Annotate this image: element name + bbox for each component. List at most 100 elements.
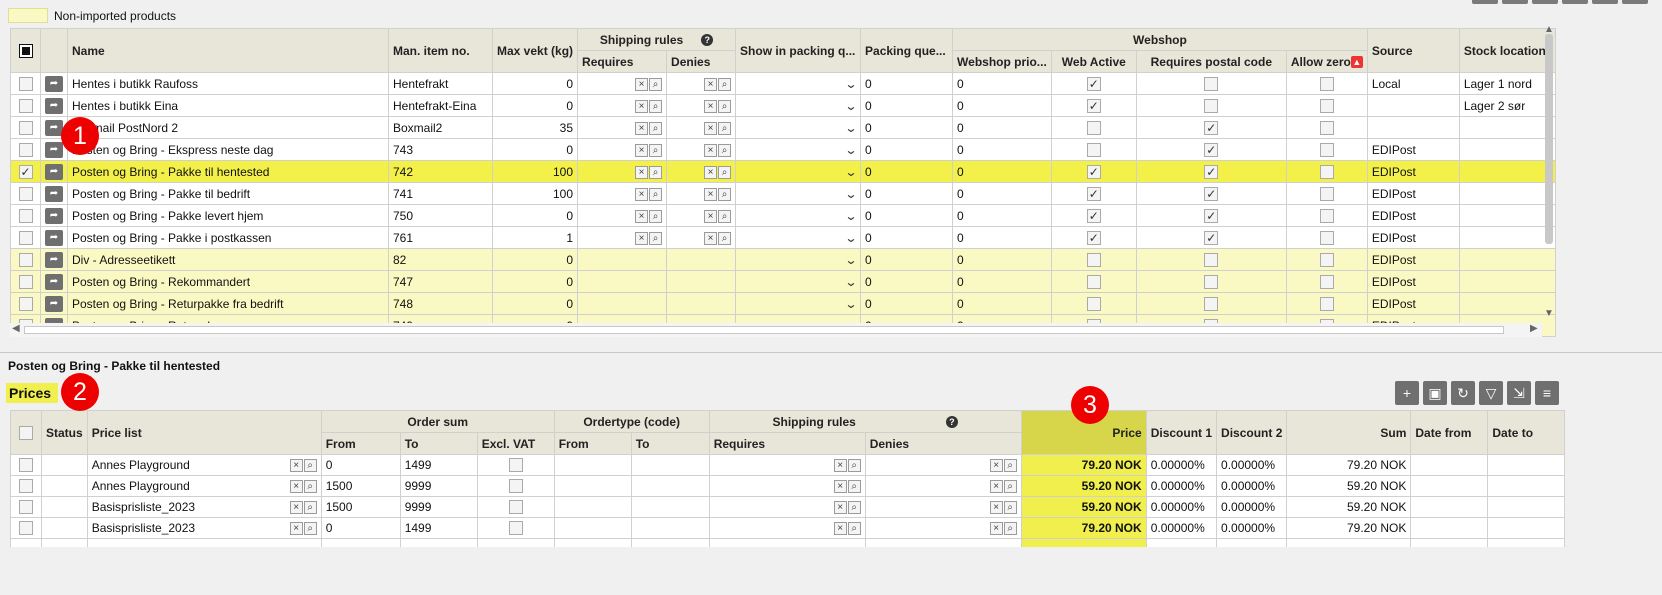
source-cell[interactable]: EDIPost [1366, 204, 1460, 227]
search-icon[interactable]: ⌕ [303, 459, 317, 473]
from-cell[interactable]: 1500 [320, 475, 401, 497]
arrow-icon[interactable]: ➦ [45, 186, 63, 202]
max-vekt-cell[interactable]: 0 [491, 292, 579, 315]
requires-postal-cell[interactable] [1135, 292, 1287, 315]
checkbox[interactable] [1204, 274, 1219, 289]
clear-icon[interactable]: × [289, 480, 303, 494]
show-in-packing-cell[interactable]: ⌄ [735, 116, 862, 139]
packing-queue-cell[interactable]: 0 [860, 248, 954, 271]
checkbox[interactable] [1204, 208, 1219, 223]
checkbox[interactable] [19, 521, 33, 536]
table-row[interactable]: ➦ Posten og Bring - Returpakke fra bedrif… [10, 292, 1556, 315]
max-vekt-cell[interactable]: 100 [491, 182, 579, 205]
denies-cell[interactable]: × ⌕ [666, 72, 737, 95]
checkbox[interactable] [18, 274, 33, 289]
row-select-cell[interactable] [10, 204, 41, 227]
search-icon[interactable]: ⌕ [718, 187, 732, 201]
clear-icon[interactable]: × [635, 143, 649, 157]
webshop-priority-cell[interactable]: 0 [952, 116, 1052, 139]
checkbox[interactable] [1319, 164, 1334, 179]
clear-icon[interactable]: × [704, 231, 718, 245]
denies-cell[interactable]: × ⌕ [666, 138, 737, 161]
stock-location-cell[interactable] [1458, 292, 1556, 315]
source-cell[interactable] [1366, 94, 1460, 117]
scroll-left-icon[interactable]: ◀ [12, 323, 20, 334]
search-icon[interactable]: ⌕ [649, 209, 663, 223]
packing-queue-cell[interactable]: 0 [860, 204, 954, 227]
source-cell[interactable]: EDIPost [1366, 292, 1460, 315]
search-icon[interactable]: ⌕ [649, 143, 663, 157]
products-horizontal-scrollbar[interactable]: ◀ ▶ [10, 323, 1542, 337]
table-row[interactable]: Basisprisliste_2023 × ⌕ 1500 9999 × ⌕ × ⌕ 59.20 N… [10, 496, 1566, 518]
requires-postal-cell[interactable] [1135, 270, 1287, 293]
webshop-priority-cell[interactable]: 0 [952, 248, 1052, 271]
col-sum[interactable]: Sum [1286, 410, 1412, 455]
col-requires[interactable]: Requires [708, 432, 866, 455]
table-row[interactable]: ➦ Posten og Bring - Ekspress neste dag 743… [10, 138, 1556, 161]
refresh-icon[interactable]: ↻ [1451, 381, 1475, 405]
discount2-cell[interactable]: 0.00000% [1216, 475, 1288, 497]
table-row[interactable]: ➦ Boxmail PostNord 2 Boxmail2 35 × ⌕ × ⌕ ⌄ 0 0 [10, 116, 1556, 139]
checkbox[interactable] [18, 208, 33, 223]
requires-cell[interactable]: × ⌕ [577, 138, 668, 161]
row-action-cell[interactable]: ➦ [40, 160, 68, 183]
clear-icon[interactable]: × [704, 143, 718, 157]
clear-icon[interactable]: × [704, 187, 718, 201]
checkbox[interactable] [18, 120, 33, 135]
stock-location-cell[interactable] [1458, 138, 1556, 161]
search-icon[interactable]: ⌕ [718, 121, 732, 135]
requires-postal-cell[interactable] [1135, 226, 1287, 249]
item-no-cell[interactable]: 742 [388, 160, 493, 183]
checkbox[interactable] [19, 500, 33, 515]
web-active-cell[interactable] [1050, 72, 1137, 95]
excl-vat-cell[interactable] [476, 475, 555, 497]
item-no-cell[interactable]: Hentefrakt [388, 72, 493, 95]
search-icon[interactable]: ⌕ [718, 143, 732, 157]
web-active-cell[interactable] [1050, 248, 1137, 271]
col-requires-postal[interactable]: Requires postal code [1135, 50, 1287, 73]
row-select-cell[interactable] [10, 72, 41, 95]
checkbox[interactable] [508, 458, 523, 473]
name-cell[interactable]: Posten og Bring - Ekspress neste dag [67, 138, 389, 161]
row-action-cell[interactable]: ➦ [40, 226, 68, 249]
requires-postal-cell[interactable] [1135, 138, 1287, 161]
chevron-down-icon[interactable]: ⌄ [844, 121, 857, 135]
item-no-cell[interactable]: 750 [388, 204, 493, 227]
requires-cell[interactable]: × ⌕ [577, 182, 668, 205]
checkbox[interactable] [1086, 120, 1101, 135]
table-row[interactable]: ➦ Hentes i butikk Raufoss Hentefrakt 0 × ⌕ × ⌕ ⌄… [10, 72, 1556, 95]
stock-location-cell[interactable] [1458, 116, 1556, 139]
col-ot-to[interactable]: To [630, 432, 710, 455]
table-row[interactable]: ➦ Posten og Bring - Pakke levert hjem 750 0… [10, 204, 1556, 227]
checkbox[interactable] [1319, 208, 1334, 223]
packing-queue-cell[interactable]: 0 [860, 182, 954, 205]
clear-icon[interactable]: × [635, 187, 649, 201]
web-active-cell[interactable] [1050, 138, 1137, 161]
search-icon[interactable]: ⌕ [718, 209, 732, 223]
checkbox[interactable] [1319, 296, 1334, 311]
col-max-vekt[interactable]: Max vekt (kg) [491, 28, 579, 73]
excl-vat-cell[interactable] [476, 454, 555, 476]
requires-cell[interactable]: × ⌕ [708, 517, 866, 539]
packing-queue-cell[interactable]: 0 [860, 270, 954, 293]
scroll-down-icon[interactable]: ▼ [1544, 308, 1554, 319]
allow-zero-cell[interactable] [1285, 94, 1368, 117]
date-from-cell[interactable] [1410, 475, 1489, 497]
row-select-cell[interactable] [10, 138, 41, 161]
table-row[interactable]: ➦ Div - Adresseetikett 82 0 ⌄ 0 0 EDIPost [10, 248, 1556, 271]
webshop-priority-cell[interactable]: 0 [952, 182, 1052, 205]
checkbox[interactable] [1086, 76, 1101, 91]
source-cell[interactable]: EDIPost [1366, 226, 1460, 249]
stock-location-cell[interactable] [1458, 248, 1556, 271]
col-ot-from[interactable]: From [553, 432, 632, 455]
webshop-priority-cell[interactable]: 0 [952, 138, 1052, 161]
from-cell[interactable]: 0 [320, 517, 401, 539]
discount1-cell[interactable]: 0.00000% [1145, 475, 1218, 497]
checkbox[interactable] [1319, 98, 1334, 113]
col-show-in-packing[interactable]: Show in packing q... [735, 28, 862, 73]
excl-vat-cell[interactable] [476, 517, 555, 539]
checkbox[interactable] [1086, 208, 1101, 223]
chevron-down-icon[interactable]: ⌄ [844, 143, 857, 157]
price-cell[interactable]: 59.20 NOK [1020, 496, 1147, 518]
row-select-cell[interactable] [10, 270, 41, 293]
